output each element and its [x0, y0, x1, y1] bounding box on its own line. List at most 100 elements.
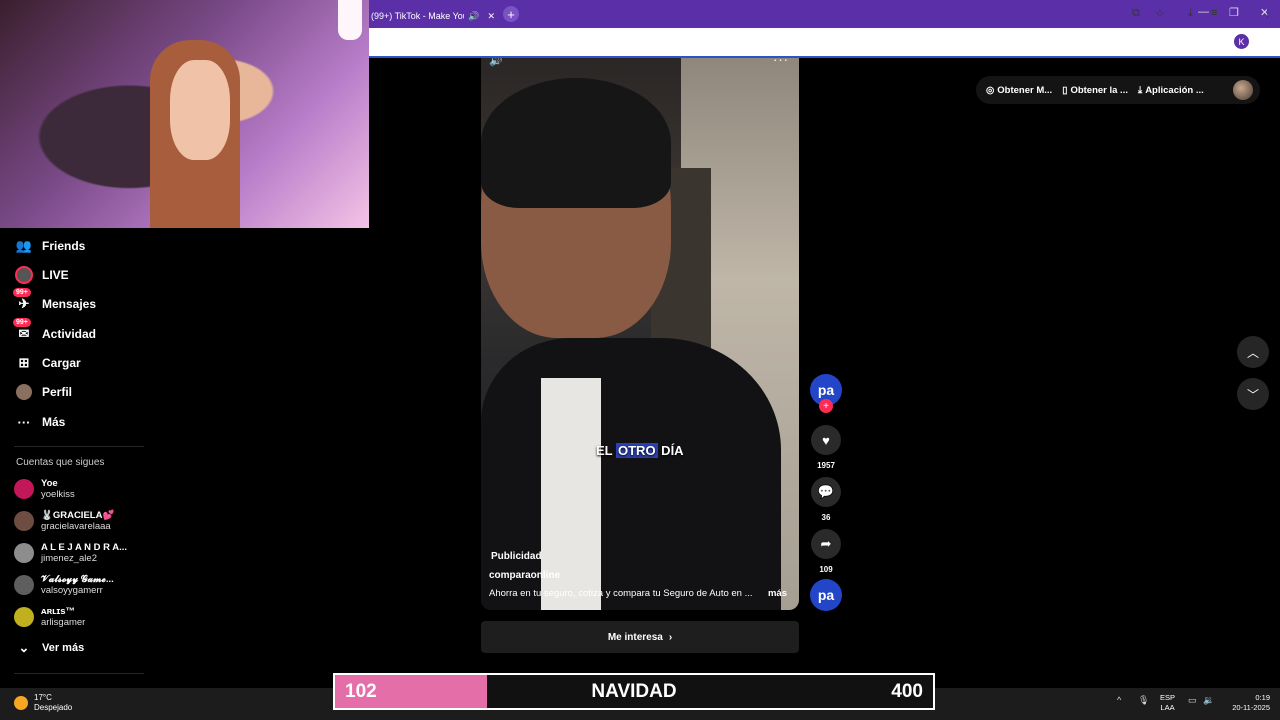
following-item[interactable]: A L E J A N D R A... jimenez_ale2	[14, 542, 127, 564]
microphone-icon[interactable]: 🎙	[1138, 695, 1149, 706]
advertiser-logo-text: pa	[817, 382, 835, 398]
messages-icon: ✈ 99+	[13, 288, 34, 314]
more-options-icon[interactable]: ···	[773, 58, 789, 67]
sidebar-divider	[14, 673, 144, 674]
language-indicator[interactable]: ESP LAA	[1160, 693, 1175, 713]
following-item[interactable]: ᴀʀʟɪs™ arlisgamer	[14, 606, 85, 628]
weather-desc: Despejado	[34, 703, 73, 712]
sidebar-item-activity[interactable]: ✉ 99+ Actividad	[13, 318, 96, 345]
new-tab-button[interactable]: +	[503, 6, 519, 22]
download-icon[interactable]: ⤓	[1188, 7, 1193, 20]
video-caption: EL OTRO DÍA	[596, 443, 684, 458]
weather-widget[interactable]: 17°C Despejado	[14, 693, 72, 713]
music-disc-button[interactable]: pa	[810, 579, 842, 611]
caption-part: DÍA	[657, 443, 684, 458]
chevron-down-icon: ﹀	[1246, 387, 1259, 402]
bookmark-star-icon[interactable]: ☆	[1155, 7, 1165, 20]
share-icon: ➦	[820, 536, 832, 551]
clock-time: 0:19	[1255, 693, 1270, 702]
sidebar-item-upload[interactable]: ⊞ Cargar	[14, 352, 81, 374]
sidebar-item-live[interactable]: LIVE	[14, 264, 69, 286]
following-item[interactable]: 𝓥𝓪𝓵𝓼𝓸𝔂𝔂 𝓖𝓪𝓶𝓮... valsoyygamerr	[14, 574, 114, 596]
video-person-hair	[481, 78, 671, 208]
follow-plus-icon[interactable]: +	[819, 399, 833, 413]
sidebar-item-profile[interactable]: Perfil	[14, 381, 72, 403]
following-item[interactable]: Yoe yoelkiss	[14, 478, 75, 500]
avatar	[14, 511, 34, 531]
video-account-name[interactable]: comparaonline	[489, 570, 560, 581]
following-name: 𝓥𝓪𝓵𝓼𝓸𝔂𝔂 𝓖𝓪𝓶𝓮...	[41, 574, 114, 585]
video-description: Ahorra en tu seguro, cotiza y compara tu…	[489, 588, 753, 599]
avatar	[14, 543, 34, 563]
following-name: 🐰GRACIELA💕	[41, 510, 115, 521]
avatar	[14, 479, 34, 499]
get-coins-button[interactable]: ◎ Obtener M...	[986, 85, 1052, 96]
sidebar-item-label: Perfil	[42, 385, 73, 399]
volume-icon[interactable]: 🔊	[489, 58, 503, 67]
description-more-link[interactable]: más	[768, 588, 787, 599]
friends-icon: 👥	[15, 238, 33, 253]
ring-light	[338, 0, 362, 40]
share-count: 109	[819, 565, 833, 574]
cta-label: Me interesa	[607, 631, 663, 643]
speaker-icon[interactable]: 🔊	[468, 11, 479, 22]
tray-chevron-icon[interactable]: ^	[1117, 695, 1121, 705]
desktop-app-button[interactable]: ⤓ Aplicación ...	[1138, 85, 1204, 96]
see-more-label: Ver más	[42, 642, 85, 654]
minimize-button[interactable]: —	[1198, 6, 1209, 18]
music-disc-text: pa	[817, 587, 835, 603]
comment-icon: 💬	[817, 484, 835, 499]
browser-tabstrip: (99+) TikTok - Make Your Da 🔊 ✕ + — ❐ ✕	[369, 0, 1280, 28]
sidebar-item-messages[interactable]: ✈ 99+ Mensajes	[13, 288, 97, 315]
following-username: valsoyygamerr	[41, 585, 103, 596]
get-app-button[interactable]: ▯ Obtener la ...	[1062, 85, 1128, 96]
chevron-right-icon: ›	[668, 631, 673, 643]
more-icon: ···	[17, 414, 31, 430]
media-control-icon[interactable]: ≡	[1211, 7, 1217, 19]
video-player[interactable]: 🔊 ··· EL OTRO DÍA Publicidad comparaonli…	[481, 58, 799, 610]
activity-icon: ✉ 99+	[13, 318, 34, 344]
share-button[interactable]: ➦	[811, 529, 841, 559]
sidebar-item-friends[interactable]: 👥 Friends	[14, 235, 85, 257]
comment-button[interactable]: 💬	[811, 477, 841, 507]
sponsored-label: Publicidad	[491, 551, 542, 562]
streamer-face	[170, 60, 230, 160]
upload-icon: ⊞	[18, 355, 30, 370]
sidebar-item-more[interactable]: ··· Más	[14, 411, 66, 433]
following-username: jimenez_ale2	[41, 553, 97, 564]
messages-badge: 99+	[13, 288, 31, 297]
network-icon[interactable]: ▭	[1188, 695, 1197, 706]
install-icon[interactable]: ⧉	[1132, 7, 1140, 20]
sidebar-item-label: Mensajes	[42, 297, 97, 311]
see-more-button[interactable]: ⌄ Ver más	[14, 637, 85, 659]
top-actions-bar: ◎ Obtener M... ▯ Obtener la ... ⤓ Aplicació…	[976, 76, 1260, 104]
taskbar-clock[interactable]: 0:19 20-11-2025	[1226, 693, 1270, 713]
browser-profile-avatar[interactable]: K	[1234, 34, 1249, 49]
browser-tab-tiktok[interactable]: (99+) TikTok - Make Your Da 🔊 ✕	[369, 4, 499, 28]
previous-video-button[interactable]: ︿	[1237, 336, 1269, 368]
sun-icon	[14, 696, 28, 710]
goal-current: 102	[345, 681, 377, 702]
lang-layout: LAA	[1160, 703, 1175, 712]
plus-icon: +	[507, 6, 515, 22]
user-avatar[interactable]	[1233, 80, 1253, 100]
next-video-button[interactable]: ﹀	[1237, 378, 1269, 410]
cta-button[interactable]: Me interesa ›	[481, 621, 799, 653]
following-item[interactable]: 🐰GRACIELA💕 gracielavarelaaa	[14, 510, 114, 532]
weather-temp: 17°C	[34, 693, 52, 702]
maximize-button[interactable]: ❐	[1229, 6, 1239, 19]
like-button[interactable]: ♥	[811, 425, 841, 455]
caption-highlight: OTRO	[616, 443, 658, 458]
sidebar-divider	[14, 446, 144, 447]
goal-title: NAVIDAD	[591, 681, 677, 702]
close-tab-icon[interactable]: ✕	[487, 11, 495, 22]
avatar	[14, 575, 34, 595]
address-bar[interactable]	[369, 28, 1280, 56]
following-name: A L E J A N D R A...	[41, 542, 128, 553]
sidebar-item-label: Cargar	[42, 356, 81, 370]
browser-menu-icon[interactable]: ⋮	[1262, 7, 1273, 20]
speaker-icon[interactable]: 🔉	[1203, 695, 1214, 706]
following-name: Yoe	[41, 478, 58, 489]
caption-part: EL	[596, 443, 616, 458]
following-username: yoelkiss	[41, 489, 75, 500]
